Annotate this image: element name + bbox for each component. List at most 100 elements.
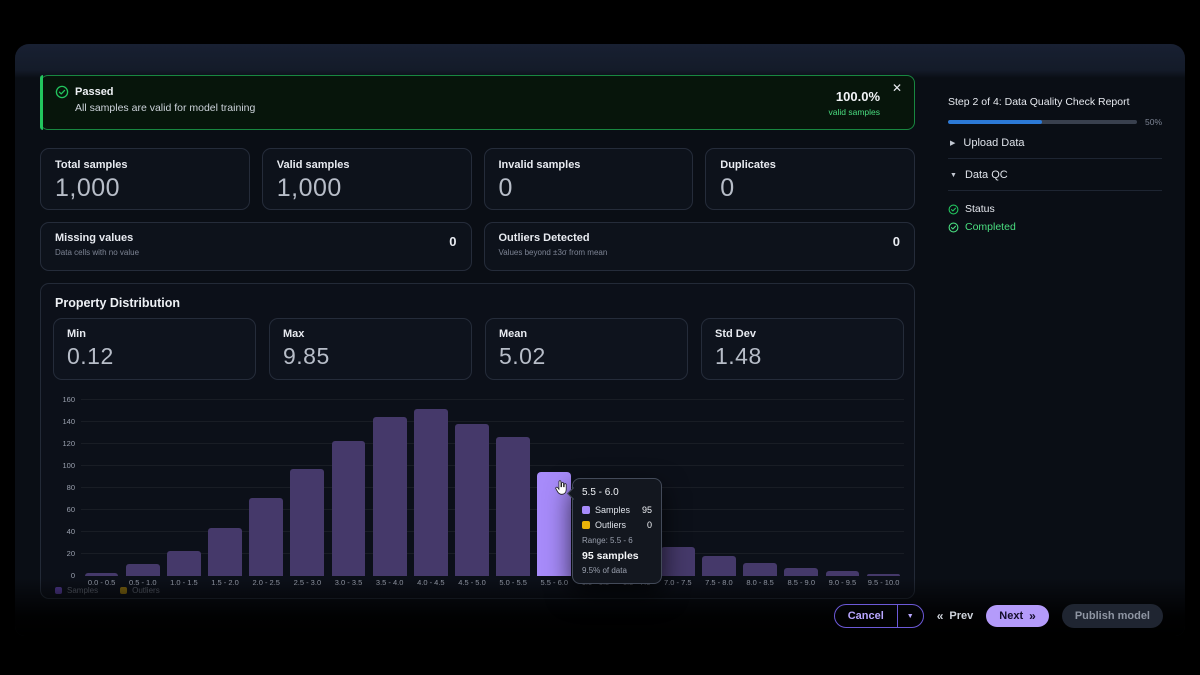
histogram-bar[interactable] (867, 574, 901, 576)
histogram-bar[interactable] (784, 568, 818, 576)
bar-slot (863, 400, 904, 576)
banner-status: Passed (75, 86, 114, 98)
progress-fill (948, 120, 1042, 124)
legend-outliers[interactable]: Outliers (120, 586, 160, 595)
status-row: Status (948, 203, 1162, 215)
y-tick-label: 160 (62, 395, 75, 404)
prev-button[interactable]: « Prev (937, 610, 974, 622)
card-valid-samples: Valid samples 1,000 (262, 148, 472, 210)
histogram-bar[interactable] (208, 528, 242, 576)
card-outliers-detected: Outliers Detected Values beyond ±3σ from… (484, 222, 916, 271)
legend-samples[interactable]: Samples (55, 586, 98, 595)
stat-value: 0 (499, 174, 679, 203)
tooltip-percent: 9.5% of data (582, 566, 652, 575)
x-tick-label: 3.0 - 3.5 (328, 578, 369, 587)
y-tick-label: 0 (71, 571, 75, 580)
outliers-swatch-icon (120, 587, 127, 594)
y-tick-label: 40 (67, 527, 75, 536)
progress-row: 50% (948, 117, 1162, 127)
triangle-right-icon: ▶ (950, 139, 955, 147)
samples-swatch-icon (582, 506, 590, 514)
histogram-bar[interactable] (126, 564, 160, 576)
histogram-bar[interactable] (249, 498, 283, 576)
card-max: Max 9.85 (269, 318, 472, 380)
bar-slot (781, 400, 822, 576)
chevron-double-left-icon: « (937, 610, 944, 622)
cancel-button[interactable]: Cancel (835, 605, 897, 627)
sidebar-item-data-qc[interactable]: ▼ Data QC (948, 159, 1162, 190)
histogram-bar[interactable] (496, 437, 530, 576)
legend-label: Samples (67, 586, 98, 595)
stat-value: 1,000 (55, 174, 235, 203)
bar-slot (204, 400, 245, 576)
section-title: Property Distribution (55, 296, 180, 310)
hand-cursor-icon (553, 479, 570, 496)
tooltip-row-label: Samples (595, 505, 637, 515)
bar-slot (493, 400, 534, 576)
histogram-bar[interactable] (455, 424, 489, 576)
tooltip-outliers-row: Outliers 0 (582, 520, 652, 530)
histogram-bar[interactable] (373, 417, 407, 577)
x-tick-label: 9.0 - 9.5 (822, 578, 863, 587)
histogram-bar[interactable] (743, 563, 777, 576)
bar-slot (369, 400, 410, 576)
histogram-bar[interactable] (332, 441, 366, 576)
chevron-double-right-icon: » (1029, 610, 1036, 622)
stat-label: Outliers Detected (499, 232, 901, 244)
bar-slot (657, 400, 698, 576)
histogram-bar[interactable] (167, 551, 201, 576)
close-icon[interactable]: ✕ (892, 82, 902, 94)
x-tick-label: 8.5 - 9.0 (781, 578, 822, 587)
histogram-bar[interactable] (414, 409, 448, 576)
next-button[interactable]: Next » (986, 605, 1049, 627)
histogram-bar[interactable] (826, 571, 860, 577)
check-circle-icon (948, 222, 959, 233)
stat-value: 0 (720, 174, 900, 203)
bar-slot (81, 400, 122, 576)
stats-row-wide: Missing values Data cells with no value … (40, 222, 915, 271)
stat-label: Mean (499, 328, 674, 340)
property-distribution-card: Property Distribution Min 0.12 Max 9.85 … (40, 283, 915, 599)
x-tick-label: 8.0 - 8.5 (740, 578, 781, 587)
tooltip-row-value: 0 (647, 520, 652, 530)
bar-slot (740, 400, 781, 576)
tooltip-row-value: 95 (642, 505, 652, 515)
stats-row: Total samples 1,000 Valid samples 1,000 … (40, 148, 915, 210)
status-value: Completed (965, 221, 1016, 233)
chart-legend: Samples Outliers (55, 586, 160, 595)
bar-slot (698, 400, 739, 576)
status-completed-row: Completed (948, 221, 1162, 233)
progress-percent: 50% (1145, 117, 1162, 127)
card-mean: Mean 5.02 (485, 318, 688, 380)
y-tick-label: 20 (67, 549, 75, 558)
x-tick-label: 5.5 - 6.0 (534, 578, 575, 587)
y-tick-label: 100 (62, 461, 75, 470)
card-min: Min 0.12 (53, 318, 256, 380)
cancel-dropdown-button[interactable]: ▼ (897, 605, 923, 627)
divider (948, 190, 1162, 191)
publish-model-button[interactable]: Publish model (1062, 604, 1163, 628)
chart-tooltip: 5.5 - 6.0 Samples 95 Outliers 0 Range: 5… (572, 478, 662, 584)
histogram-bar[interactable] (85, 573, 119, 576)
card-missing-values: Missing values Data cells with no value … (40, 222, 472, 271)
x-tick-label: 1.0 - 1.5 (163, 578, 204, 587)
progress-bar (948, 120, 1137, 124)
histogram-bar[interactable] (290, 469, 324, 576)
tooltip-range: Range: 5.5 - 6 (582, 536, 652, 545)
valid-percent: 100.0% (829, 89, 881, 104)
histogram-bar[interactable] (702, 556, 736, 576)
y-tick-label: 80 (67, 483, 75, 492)
card-total-samples: Total samples 1,000 (40, 148, 250, 210)
steps-sidebar: Step 2 of 4: Data Quality Check Report 5… (948, 96, 1162, 233)
stat-label: Invalid samples (499, 159, 679, 171)
stat-label: Min (67, 328, 242, 340)
distribution-stats: Min 0.12 Max 9.85 Mean 5.02 Std Dev 1.48 (53, 318, 904, 380)
histogram-bar[interactable] (661, 547, 695, 576)
card-invalid-samples: Invalid samples 0 (484, 148, 694, 210)
check-circle-icon (55, 85, 69, 99)
bar-slot (163, 400, 204, 576)
bar-slot (246, 400, 287, 576)
x-tick-label: 4.0 - 4.5 (410, 578, 451, 587)
next-label: Next (999, 610, 1023, 622)
sidebar-item-upload-data[interactable]: ▶ Upload Data (948, 127, 1162, 158)
